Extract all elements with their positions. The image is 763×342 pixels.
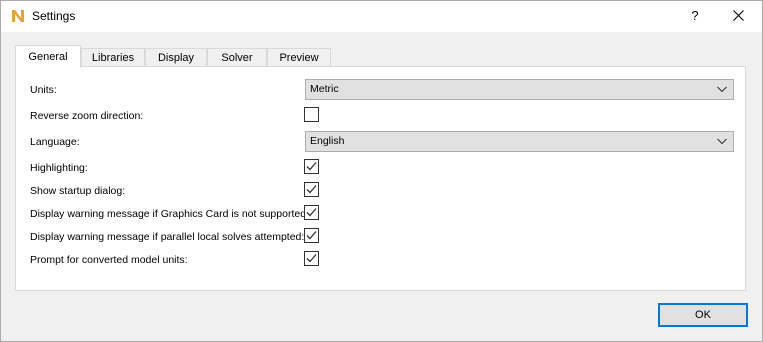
checkmark-icon [306, 254, 317, 263]
title-bar[interactable]: Settings ? [1, 1, 762, 32]
highlighting-checkbox[interactable] [304, 159, 319, 174]
help-button[interactable]: ? [681, 4, 709, 28]
language-dropdown[interactable]: English [305, 131, 734, 152]
checkmark-icon [306, 185, 317, 194]
language-label: Language: [30, 136, 80, 148]
units-value: Metric [310, 83, 339, 95]
tab-display[interactable]: Display [145, 48, 207, 66]
tab-preview[interactable]: Preview [267, 48, 331, 66]
parallel-warning-checkbox[interactable] [304, 228, 319, 243]
settings-dialog: Settings ? General Libraries Display Sol… [0, 0, 763, 342]
chevron-down-icon [717, 138, 727, 145]
gpu-warning-checkbox[interactable] [304, 205, 319, 220]
highlighting-label: Highlighting: [30, 162, 88, 174]
startup-dialog-checkbox[interactable] [304, 182, 319, 197]
chevron-down-icon [717, 86, 727, 93]
window-title: Settings [32, 9, 76, 23]
app-logo-icon [10, 8, 26, 24]
parallel-warning-label: Display warning message if parallel loca… [30, 231, 305, 243]
startup-dialog-label: Show startup dialog: [30, 185, 126, 197]
close-button[interactable] [724, 4, 754, 28]
units-dropdown[interactable]: Metric [305, 79, 734, 100]
tab-libraries[interactable]: Libraries [81, 48, 145, 66]
language-value: English [310, 135, 345, 147]
general-settings-panel: Units: Metric Reverse zoom direction: La… [15, 66, 746, 291]
converted-units-label: Prompt for converted model units: [30, 254, 188, 266]
close-icon [733, 10, 744, 21]
checkmark-icon [306, 208, 317, 217]
units-label: Units: [30, 84, 57, 96]
checkmark-icon [306, 162, 317, 171]
gpu-warning-label: Display warning message if Graphics Card… [30, 208, 309, 220]
tab-general[interactable]: General [15, 45, 81, 68]
reverse-zoom-checkbox[interactable] [304, 107, 319, 122]
checkmark-icon [306, 231, 317, 240]
tab-solver[interactable]: Solver [207, 48, 267, 66]
converted-units-checkbox[interactable] [304, 251, 319, 266]
ok-button[interactable]: OK [658, 303, 748, 327]
reverse-zoom-label: Reverse zoom direction: [30, 110, 144, 122]
